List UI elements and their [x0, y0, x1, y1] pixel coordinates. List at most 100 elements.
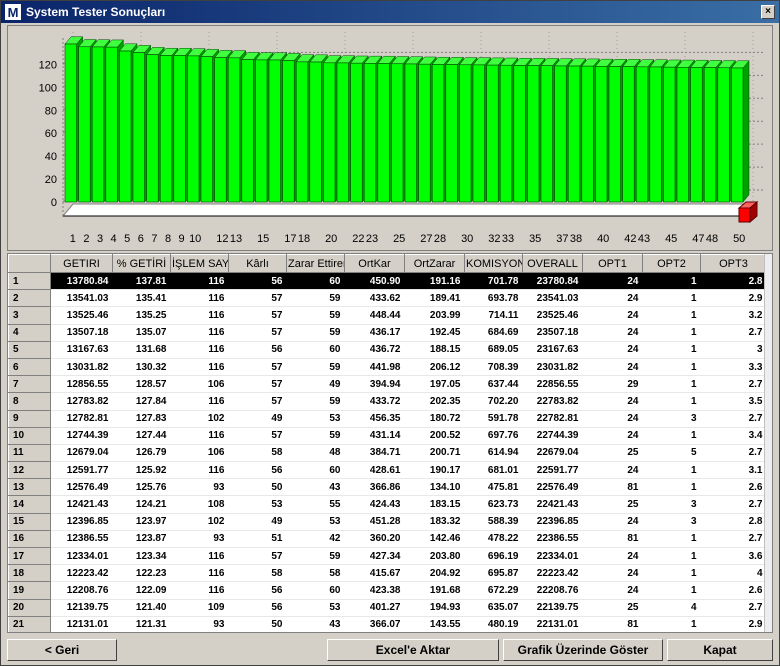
table-row[interactable]: 1 13780.84 137.81 116 56 60 450.90 191.16 701.78… [8, 271, 767, 291]
table-row[interactable]: 21 12131.01 121.31 93 50 43 366.07 143.55 480.19… [8, 615, 767, 632]
y-tick-label: 40 [45, 151, 57, 163]
results-chart: 0 20 40 60 80 100 120 1 2 3 4 5 6 7 8 9 10 12 13 15 17 18 20 22… [7, 25, 773, 251]
table-row[interactable]: 6 13031.82 130.32 116 57 59 441.98 206.12 708.39… [8, 357, 767, 377]
table-cell: 190.17 [404, 461, 465, 480]
table-cell: 701.78 [464, 272, 523, 291]
row-number: 9 [8, 409, 51, 428]
table-cell: 203.99 [404, 306, 465, 325]
x-tick-label: 5 [124, 233, 130, 245]
show-on-chart-button[interactable]: Grafik Üzerinde Göster [503, 639, 663, 661]
column-header[interactable]: GETIRI [50, 254, 113, 273]
back-button[interactable]: < Geri [7, 639, 117, 661]
row-number: 2 [8, 289, 51, 308]
table-cell: 1 [642, 306, 701, 325]
bar [717, 67, 730, 203]
table-cell: 13541.03 [50, 289, 113, 308]
table-cell: 433.72 [344, 392, 405, 411]
table-cell: 24 [582, 564, 643, 583]
table-cell: 1 [642, 289, 701, 308]
column-header[interactable]: OrtZarar [404, 254, 465, 273]
x-tick-label: 2 [83, 233, 89, 245]
table-row[interactable]: 9 12782.81 127.83 102 49 53 456.35 180.72 591.78… [8, 409, 767, 428]
bar [91, 46, 105, 203]
y-tick-label: 100 [39, 82, 57, 94]
column-header[interactable]: OrtKar [344, 254, 405, 273]
table-row[interactable]: 8 12783.82 127.84 116 57 59 433.72 202.35 702.20… [8, 392, 767, 411]
table-cell: 702.20 [464, 392, 523, 411]
table-cell: 58 [228, 564, 287, 583]
table-cell: 22386.55 [522, 530, 583, 549]
table-cell: 102 [170, 410, 229, 428]
table-row[interactable]: 11 12679.04 126.79 106 58 48 384.71 200.71 614.9… [8, 443, 767, 463]
close-button[interactable]: Kapat [667, 639, 773, 661]
vertical-scrollbar[interactable] [764, 254, 772, 632]
table-cell: 2.6 [700, 478, 767, 497]
table-cell: 1 [642, 358, 701, 377]
table-row[interactable]: 2 13541.03 135.41 116 57 59 433.62 189.41 693.78… [8, 289, 767, 308]
x-tick-label: 15 [257, 233, 269, 245]
table-row[interactable]: 16 12386.55 123.87 93 51 42 360.20 142.46 478.22… [8, 529, 767, 549]
table-row[interactable]: 15 12396.85 123.97 102 49 53 451.28 183.32 588.3… [8, 512, 767, 531]
table-row[interactable]: 4 13507.18 135.07 116 57 59 436.17 192.45 684.69… [8, 323, 767, 342]
table-cell: 12782.81 [50, 410, 113, 428]
close-window-button[interactable]: × [761, 5, 775, 19]
column-header[interactable]: KOMISYON [464, 254, 523, 273]
column-header[interactable]: Zarar Ettiren [286, 254, 345, 273]
table-cell: 431.14 [344, 427, 405, 445]
table-row[interactable]: 7 12856.55 128.57 106 57 49 394.94 197.05 637.44… [8, 375, 767, 394]
excel-export-button[interactable]: Excel'e Aktar [327, 639, 499, 661]
table-row[interactable]: 10 12744.39 127.44 116 57 59 431.14 200.52 697.7… [8, 426, 767, 445]
app-icon: M [5, 4, 21, 20]
row-number: 4 [8, 323, 51, 342]
table-cell: 57 [228, 324, 287, 342]
bar [78, 46, 91, 203]
row-number: 10 [8, 426, 51, 445]
table-cell: 22334.01 [522, 547, 583, 566]
table-row[interactable]: 14 12421.43 124.21 108 53 55 424.43 183.15 623.7… [8, 495, 767, 514]
bar [472, 64, 485, 203]
table-cell: 59 [286, 358, 345, 377]
table-row[interactable]: 3 13525.46 135.25 116 57 59 448.44 203.99 714.11… [8, 306, 767, 325]
table-cell: 116 [170, 358, 229, 377]
table-cell: 23031.82 [522, 358, 583, 377]
table-cell: 125.92 [112, 461, 171, 480]
column-header[interactable]: OPT3 [700, 254, 767, 273]
column-header[interactable]: İŞLEM SAY [170, 254, 229, 273]
table-cell: 3.5 [700, 392, 767, 411]
table-cell: 134.10 [404, 478, 465, 497]
table-cell: 81 [582, 616, 643, 632]
row-number: 18 [8, 564, 51, 583]
column-header[interactable]: OVERALL [522, 254, 583, 273]
table-row[interactable]: 5 13167.63 131.68 116 56 60 436.72 188.15 689.05… [8, 340, 767, 359]
row-number: 11 [8, 443, 51, 463]
table-row[interactable]: 12 12591.77 125.92 116 56 60 428.61 190.17 681.0… [8, 461, 767, 480]
table-row[interactable]: 20 12139.75 121.40 109 56 53 401.27 194.93 635.0… [8, 598, 767, 617]
table-cell: 4 [700, 564, 767, 583]
table-cell: 3 [642, 513, 701, 531]
table-cell: 122.09 [112, 581, 171, 600]
table-cell: 127.83 [112, 410, 171, 428]
x-tick-label: 43 [638, 233, 650, 245]
table-cell: 24 [582, 392, 643, 411]
table-row[interactable]: 17 12334.01 123.34 116 57 59 427.34 203.80 696.1… [8, 546, 767, 566]
system-tester-window: M System Tester Sonuçları × 0 20 40 60 80 100… [0, 0, 780, 666]
results-grid[interactable]: GETIRI% GETİRİ İŞLEM SAY Kârlı Zarar Ettire… [7, 253, 773, 633]
table-cell: 24 [582, 306, 643, 325]
table-cell: 1 [642, 324, 701, 342]
table-row[interactable]: 13 12576.49 125.76 93 50 43 366.86 134.10 475.81… [8, 478, 767, 497]
column-header[interactable]: % GETİRİ [112, 254, 171, 273]
table-cell: 637.44 [464, 375, 523, 394]
table-cell: 142.46 [404, 530, 465, 549]
table-row[interactable]: 18 12223.42 122.23 116 58 58 415.67 204.92 695.8… [8, 564, 767, 583]
table-row[interactable]: 19 12208.76 122.09 116 56 60 423.38 191.68 672.2… [8, 581, 767, 600]
column-header[interactable]: Kârlı [228, 254, 287, 273]
table-cell: 22782.81 [522, 410, 583, 428]
bar [146, 54, 159, 203]
table-cell: 128.57 [112, 375, 171, 394]
table-cell: 614.94 [464, 444, 523, 463]
column-header[interactable]: OPT2 [642, 254, 701, 273]
button-bar: < Geri Excel'e Aktar Grafik Üzerinde Gös… [7, 639, 773, 663]
column-header[interactable]: OPT1 [582, 254, 643, 273]
x-tick-label: 28 [434, 233, 446, 245]
bar [622, 66, 635, 203]
